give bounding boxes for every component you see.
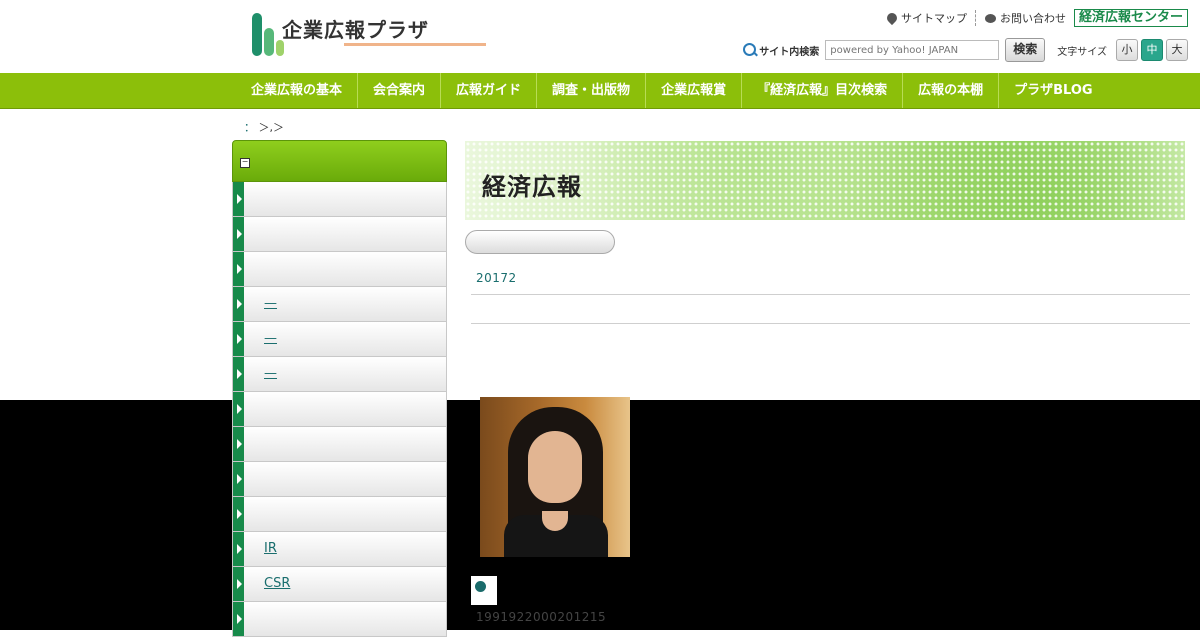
arrow-right-icon (233, 602, 244, 636)
logo-underline (344, 43, 486, 46)
nav-item-blog[interactable]: プラザBLOG (999, 73, 1102, 108)
breadcrumb-home-link[interactable]: ： (244, 121, 255, 134)
font-size-label: 文字サイズ (1057, 46, 1107, 58)
bullet-dot-icon (475, 581, 486, 592)
sidebar-item[interactable] (232, 217, 447, 252)
breadcrumb-trail: ＞,＞ (258, 121, 285, 134)
divider (471, 323, 1190, 324)
logo-text: 企業広報プラザ (282, 18, 429, 42)
sidebar-item-label: — (264, 296, 277, 311)
arrow-right-icon (233, 427, 244, 461)
collapse-icon[interactable]: − (240, 158, 250, 168)
sidebar-item[interactable]: — (232, 357, 447, 392)
sidebar-item[interactable]: — (232, 287, 447, 322)
sidebar-item[interactable] (232, 462, 447, 497)
banner-title: 経済広報 (482, 173, 582, 201)
arrow-right-icon (233, 567, 244, 601)
speech-bubble-icon (984, 13, 996, 23)
site-logo[interactable]: 企業広報プラザ (252, 12, 492, 58)
nav-item-bookshelf[interactable]: 広報の本棚 (903, 73, 1000, 108)
nav-item-basics[interactable]: 企業広報の基本 (236, 73, 359, 108)
search-label: サイト内検索 (759, 46, 820, 58)
global-nav: 企業広報の基本 会合案内 広報ガイド 調査・出版物 企業広報賞 『経済広報』目次… (0, 73, 1200, 109)
sidebar-item[interactable] (232, 252, 447, 287)
sidebar-header[interactable]: − (232, 140, 447, 182)
contact-label: お問い合わせ (999, 12, 1066, 25)
sitemap-link[interactable]: サイトマップ (884, 10, 967, 26)
portrait-photo (480, 397, 630, 557)
search-button[interactable]: 検索 (1005, 38, 1046, 62)
arrow-right-icon (233, 392, 244, 426)
issue-date-link[interactable]: 20172 (476, 271, 517, 285)
sidebar-item[interactable] (232, 602, 447, 637)
arrow-right-icon (233, 322, 244, 356)
map-pin-icon (884, 10, 900, 26)
search-icon (743, 43, 757, 57)
arrow-right-icon (233, 357, 244, 391)
sidebar-item-label: — (264, 366, 277, 381)
sidebar-item-ir[interactable]: IR (232, 532, 447, 567)
nav-item-pr-award[interactable]: 企業広報賞 (646, 73, 743, 108)
sidebar-item[interactable]: — (232, 322, 447, 357)
search-bar: サイト内検索 検索 文字サイズ 小 中 大 (743, 38, 1188, 62)
sidebar-item[interactable] (232, 427, 447, 462)
section-banner: 経済広報 (465, 141, 1185, 220)
arrow-right-icon (233, 462, 244, 496)
contact-link[interactable]: お問い合わせ (984, 10, 1066, 26)
divider (974, 10, 977, 26)
site-header: 企業広報プラザ サイトマップ お問い合わせ 経済広報センター サイト内検索 検索… (0, 0, 1200, 73)
nav-item-meetings[interactable]: 会合案内 (358, 73, 442, 108)
arrow-right-icon (233, 287, 244, 321)
arrow-right-icon (233, 182, 244, 216)
divider (471, 294, 1190, 295)
breadcrumb: ： ＞,＞ (244, 119, 284, 135)
nav-item-publications[interactable]: 調査・出版物 (537, 73, 647, 108)
bullet-marker (471, 576, 497, 605)
sidebar-item-label: CSR (264, 576, 291, 591)
arrow-right-icon (233, 532, 244, 566)
arrow-right-icon (233, 252, 244, 286)
arrow-right-icon (233, 217, 244, 251)
sidebar-item-label: IR (264, 541, 277, 556)
logo-bar-icon (252, 13, 262, 56)
sidebar-item-label: — (264, 331, 277, 346)
sidebar-item[interactable] (232, 182, 447, 217)
font-size-medium-button[interactable]: 中 (1141, 39, 1163, 61)
logo-bar-icon (264, 28, 274, 56)
sidebar-item-csr[interactable]: CSR (232, 567, 447, 602)
font-size-small-button[interactable]: 小 (1116, 39, 1138, 61)
category-pill[interactable] (465, 230, 615, 254)
sitemap-label: サイトマップ (900, 12, 967, 25)
top-links: サイトマップ お問い合わせ 経済広報センター (884, 8, 1188, 28)
arrow-right-icon (233, 497, 244, 531)
font-size-large-button[interactable]: 大 (1166, 39, 1188, 61)
search-input[interactable] (825, 40, 1000, 60)
sidebar-menu: − — — — IR CSR (232, 140, 447, 637)
center-logo-link[interactable]: 経済広報センター (1073, 9, 1188, 27)
sidebar-item[interactable] (232, 497, 447, 532)
nav-item-pr-guide[interactable]: 広報ガイド (441, 73, 538, 108)
sidebar-item[interactable] (232, 392, 447, 427)
nav-item-index-search[interactable]: 『経済広報』目次検索 (742, 73, 904, 108)
photo-caption: 1991922000201215 (476, 610, 607, 624)
